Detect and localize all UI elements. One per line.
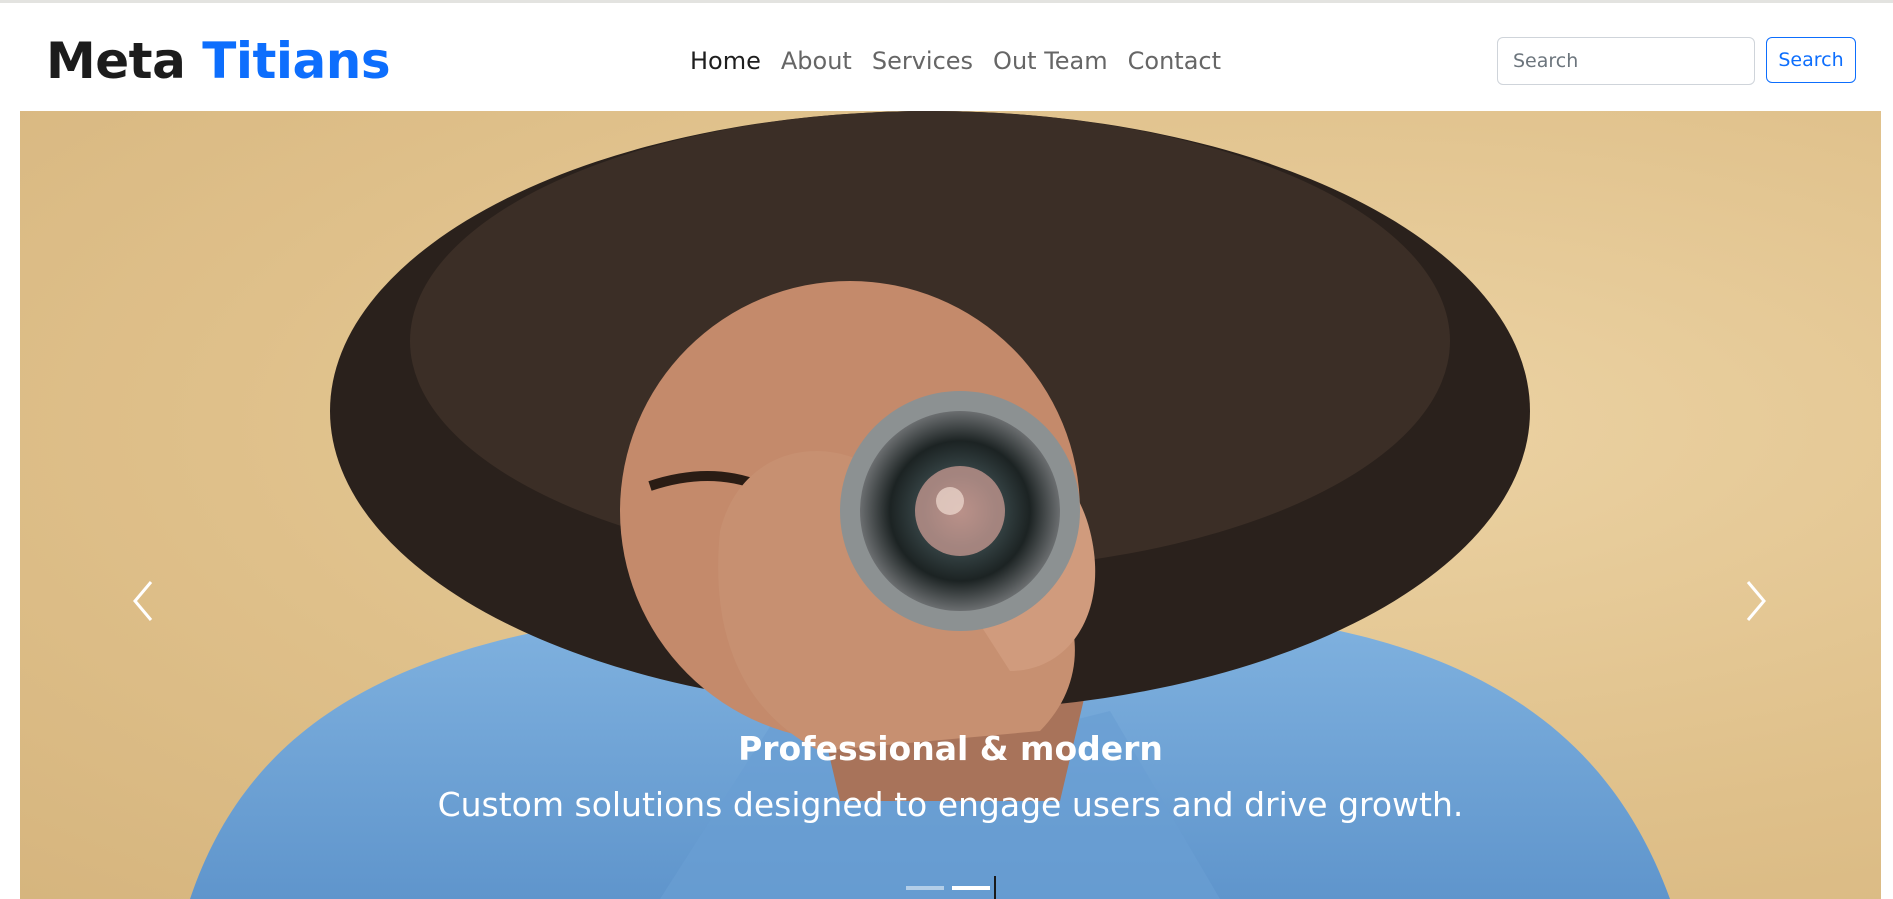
chevron-left-icon	[133, 581, 153, 621]
nav-item-services[interactable]: Services	[862, 43, 983, 79]
carousel-indicators	[906, 876, 996, 899]
nav-item-home[interactable]: Home	[680, 43, 771, 79]
carousel-indicator-2[interactable]	[952, 886, 990, 890]
brand-name-primary: Meta	[46, 32, 186, 90]
search-input[interactable]	[1497, 37, 1755, 85]
hero-carousel: Professional & modern Custom solutions d…	[20, 111, 1881, 899]
nav-item-our-team[interactable]: Out Team	[983, 43, 1118, 79]
navbar: Meta Titians Home About Services Out Tea…	[0, 3, 1893, 111]
nav-item-about[interactable]: About	[771, 43, 862, 79]
carousel-caption-title: Professional & modern	[738, 729, 1163, 768]
nav-item-contact[interactable]: Contact	[1118, 43, 1231, 79]
search-button[interactable]: Search	[1766, 37, 1856, 83]
brand-name-accent: Titians	[202, 32, 391, 90]
hero-photo	[190, 111, 1670, 899]
carousel-indicator-1[interactable]	[906, 886, 944, 890]
carousel-caption-text: Custom solutions designed to engage user…	[437, 785, 1464, 824]
brand-logo[interactable]: Meta Titians	[46, 31, 391, 91]
chevron-right-icon	[1746, 581, 1766, 621]
carousel-prev-button[interactable]	[114, 551, 174, 651]
carousel-next-button[interactable]	[1725, 551, 1785, 651]
main-nav: Home About Services Out Team Contact	[680, 43, 1231, 79]
text-cursor	[994, 876, 996, 899]
